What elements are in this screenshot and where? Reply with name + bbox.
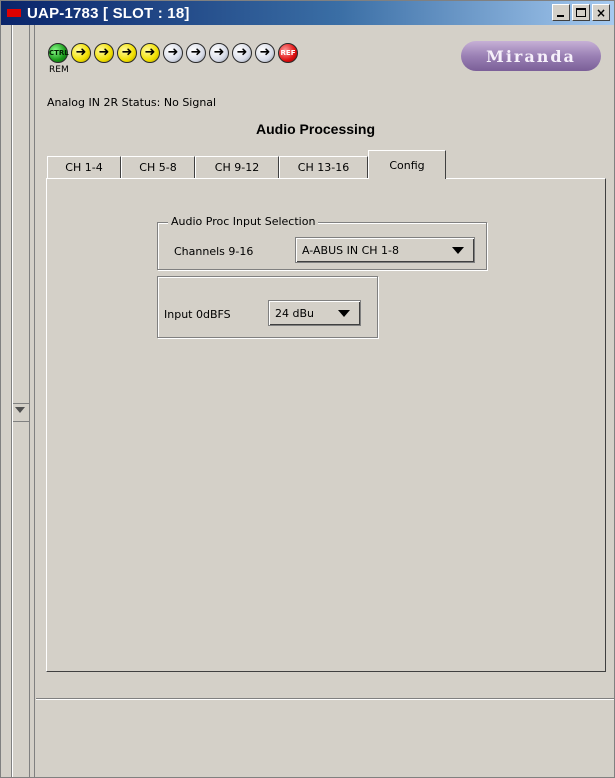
title-bar[interactable]: UAP-1783 [ SLOT : 18] × [1,1,614,25]
rail-tick [13,421,29,422]
rail-divider-highlight [12,25,13,777]
status-led[interactable]: ➜ [140,43,160,63]
tab-ch-1-4[interactable]: CH 1-4 [47,156,121,178]
maximize-icon [576,8,586,17]
group-legend: Audio Proc Input Selection [168,215,319,228]
ref-led[interactable]: REF [278,43,298,63]
tab-label: CH 5-8 [139,161,177,174]
status-led[interactable]: ➜ [255,43,275,63]
tab-ch-13-16[interactable]: CH 13-16 [279,156,368,178]
ref-led-label: REF [280,49,296,57]
status-led[interactable]: ➜ [163,43,183,63]
minimize-icon [557,15,564,17]
maximize-button[interactable] [572,4,590,21]
tab-config[interactable]: Config [368,150,446,179]
tab-ch-9-12[interactable]: CH 9-12 [195,156,279,178]
arrow-right-icon: ➜ [121,45,133,60]
status-led[interactable]: ➜ [186,43,206,63]
arrow-right-icon: ➜ [75,45,87,60]
arrow-right-icon: ➜ [259,45,271,60]
input-0dbfs-label: Input 0dBFS [164,308,231,321]
window-controls: × [552,4,610,21]
tab-ch-5-8[interactable]: CH 5-8 [121,156,195,178]
rail-divider [29,25,30,777]
miranda-logo: Miranda [461,41,601,71]
selected-value: 24 dBu [275,306,314,320]
status-led[interactable]: ➜ [71,43,91,63]
tab-label: CH 9-12 [214,161,260,174]
arrow-right-icon: ➜ [213,45,225,60]
close-button[interactable]: × [592,4,610,21]
minimize-button[interactable] [552,4,570,21]
logo-text: Miranda [486,46,576,66]
arrow-right-icon: ➜ [236,45,248,60]
rail-divider [34,25,35,777]
input-0dbfs-select[interactable]: 24 dBu [268,300,361,326]
arrow-right-icon: ➜ [190,45,202,60]
window-title: UAP-1783 [ SLOT : 18] [27,4,190,22]
status-led[interactable]: ➜ [94,43,114,63]
chevron-down-icon [338,310,350,317]
channels-9-16-label: Channels 9-16 [174,245,254,258]
status-led[interactable]: ➜ [117,43,137,63]
rail-tick [13,403,29,404]
collapse-arrow-icon[interactable] [15,407,25,413]
tab-label: CH 1-4 [65,161,103,174]
selected-value: A-ABUS IN CH 1-8 [302,243,399,257]
arrow-right-icon: ➜ [144,45,156,60]
input-selection-select[interactable]: A-ABUS IN CH 1-8 [295,237,475,263]
tab-label: CH 13-16 [297,161,350,174]
left-rail [1,25,35,777]
ctrl-led[interactable]: CTRL [48,43,69,63]
window-icon [7,9,21,17]
page-title: Audio Processing [256,121,376,137]
rem-label: REM [49,65,69,75]
ctrl-led-label: CTRL [49,49,69,57]
arrow-right-icon: ➜ [98,45,110,60]
chevron-down-icon [452,247,464,254]
tab-label: Config [389,158,425,172]
status-led[interactable]: ➜ [209,43,229,63]
close-icon: × [595,5,607,20]
divider [36,698,614,700]
status-message: Analog IN 2R Status: No Signal [47,96,217,109]
uap-window: UAP-1783 [ SLOT : 18] × CTRL ➜ ➜ ➜ ➜ ➜ ➜… [0,0,615,778]
status-led[interactable]: ➜ [232,43,252,63]
arrow-right-icon: ➜ [167,45,179,60]
